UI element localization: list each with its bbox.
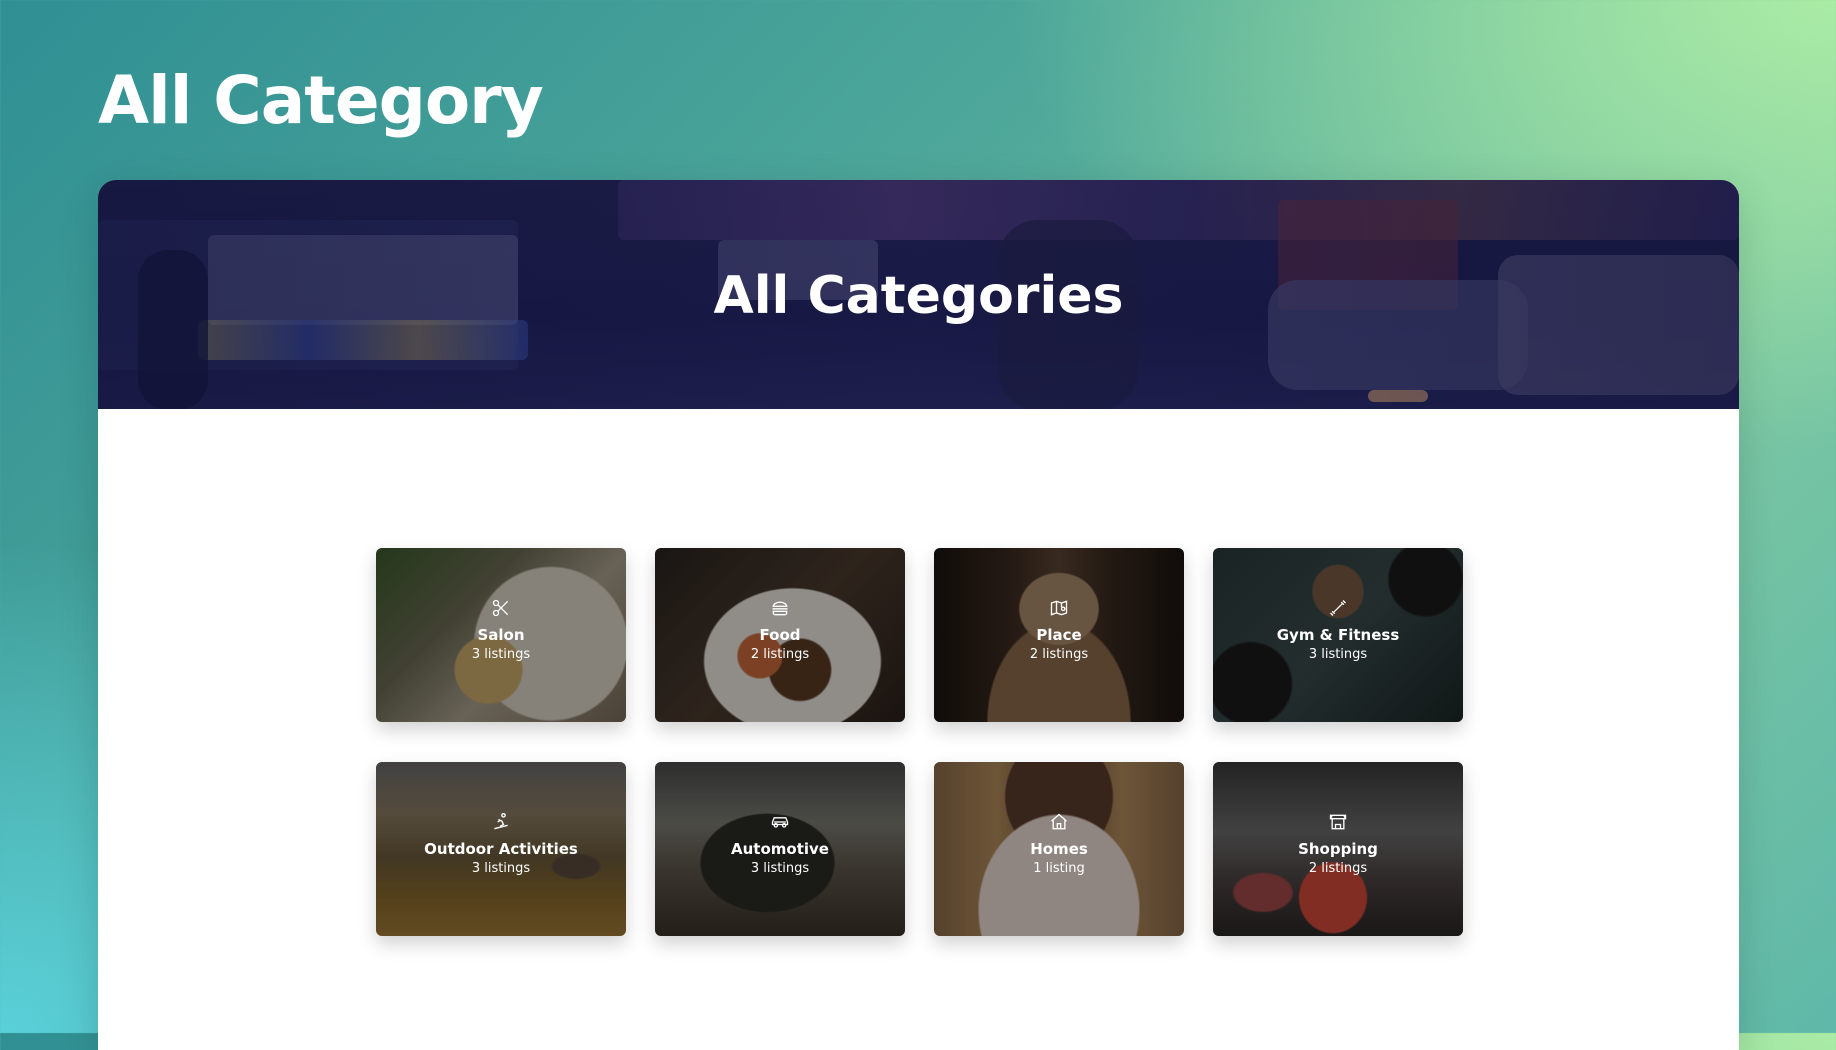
browser-frame: All Categories Salon 3 listings Food 2 l… [98,180,1739,1050]
category-name: Place [1036,626,1082,644]
category-name: Automotive [731,840,829,858]
category-card-salon[interactable]: Salon 3 listings [376,548,626,722]
ski-icon [494,813,508,830]
category-card-food[interactable]: Food 2 listings [655,548,905,722]
category-name: Shopping [1298,840,1378,858]
category-count: 1 listing [1033,861,1085,876]
category-grid: Salon 3 listings Food 2 listings Place 2… [376,548,1466,936]
map-pin-icon [1050,600,1068,616]
category-name: Gym & Fitness [1276,626,1400,644]
category-card-place[interactable]: Place 2 listings [934,548,1184,722]
scissors-icon [492,599,509,617]
hero-title: All Categories [713,266,1124,326]
category-name: Salon [477,626,525,644]
category-count: 3 listings [1308,647,1368,662]
category-count: 3 listings [471,647,531,662]
category-card-automotive[interactable]: Automotive 3 listings [655,762,905,936]
hero-banner: All Categories [98,180,1739,409]
category-count: 2 listings [1308,861,1368,876]
category-count: 3 listings [750,861,810,876]
store-icon [1329,814,1347,830]
category-count: 2 listings [1029,647,1089,662]
category-count: 3 listings [471,861,531,876]
category-card-shopping[interactable]: Shopping 2 listings [1213,762,1463,936]
page-heading: All Category [98,62,544,139]
category-name: Homes [1030,840,1088,858]
category-card-gym-fitness[interactable]: Gym & Fitness 3 listings [1213,548,1463,722]
category-name: Food [759,626,801,644]
category-count: 2 listings [750,647,810,662]
category-card-outdoor-activities[interactable]: Outdoor Activities 3 listings [376,762,626,936]
car-icon [771,817,789,828]
burger-icon [772,601,788,616]
home-icon [1051,813,1067,830]
category-name: Outdoor Activities [424,840,578,858]
dumbbell-icon [1330,600,1346,616]
category-card-homes[interactable]: Homes 1 listing [934,762,1184,936]
